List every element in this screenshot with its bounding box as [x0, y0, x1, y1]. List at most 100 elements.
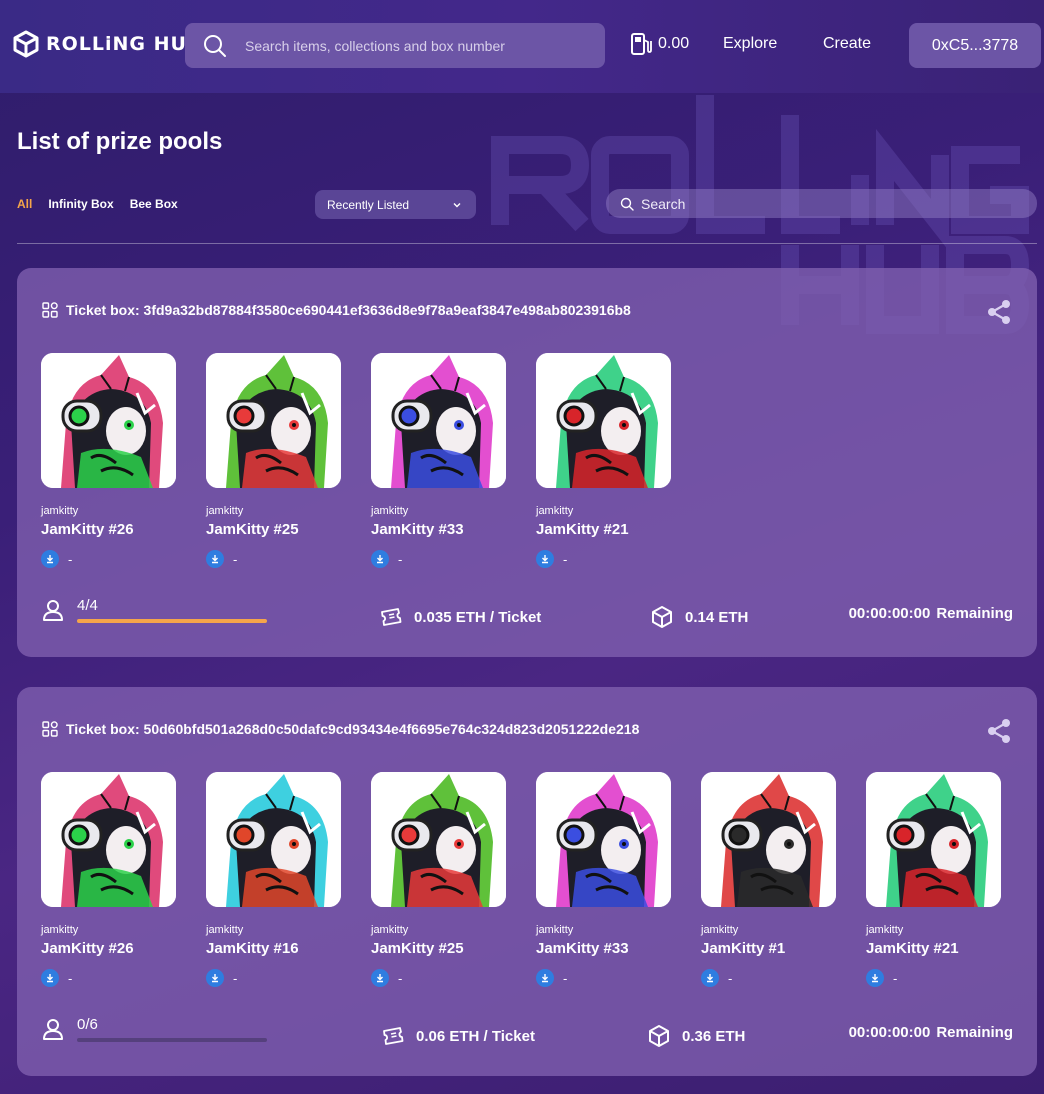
nft-item[interactable]: jamkitty JamKitty #25 - [206, 353, 341, 568]
box-grid-icon [42, 721, 58, 737]
nft-price-value: - [728, 970, 733, 986]
global-search-input[interactable] [245, 37, 585, 54]
nft-name[interactable]: JamKitty #26 [41, 940, 176, 957]
nft-name[interactable]: JamKitty #21 [536, 521, 671, 538]
nft-item[interactable]: jamkitty JamKitty #25 - [371, 772, 506, 987]
participants-progress: 4/4 [41, 597, 267, 623]
gas-pump-icon [631, 33, 652, 55]
progress-track [77, 1038, 267, 1042]
nft-price: - [41, 550, 176, 568]
nft-name[interactable]: JamKitty #1 [701, 940, 836, 957]
nft-image[interactable] [41, 353, 176, 488]
chain-coin-icon [41, 550, 59, 568]
nft-price-value: - [233, 970, 238, 986]
nft-price: - [371, 969, 506, 987]
nft-collection[interactable]: jamkitty [371, 924, 506, 936]
search-icon [620, 197, 634, 211]
nft-image[interactable] [371, 353, 506, 488]
chain-coin-icon [41, 969, 59, 987]
prize-pool-card[interactable]: Ticket box: 3fd9a32bd87884f3580ce690441e… [17, 268, 1037, 657]
share-icon[interactable] [986, 299, 1012, 325]
filter-tabs: All Infinity Box Bee Box [17, 197, 178, 211]
nft-price-value: - [398, 551, 403, 567]
pool-stats: 4/4 0.035 ETH / Ticket 0.14 ETH 00:00:00… [17, 597, 1037, 645]
nav-explore[interactable]: Explore [723, 35, 777, 53]
pool-search-input[interactable] [641, 195, 1021, 212]
prize-pool-card[interactable]: Ticket box: 50d60bfd501a268d0c50dafc9cd9… [17, 687, 1037, 1076]
box-icon [652, 606, 672, 628]
gas-indicator[interactable]: 0.00 [630, 32, 689, 56]
nft-item[interactable]: jamkitty JamKitty #16 - [206, 772, 341, 987]
nft-price-value: - [398, 970, 403, 986]
nft-collection[interactable]: jamkitty [866, 924, 1001, 936]
total-value: 0.14 ETH [685, 608, 749, 626]
nft-price: - [536, 550, 671, 568]
top-header: ROLLiNG HUB 0.00 Explore Create 0xC5...3… [0, 0, 1044, 93]
remaining-time: 00:00:00:00 [848, 605, 931, 622]
nft-collection[interactable]: jamkitty [371, 505, 506, 517]
nft-price-value: - [68, 551, 73, 567]
global-search[interactable] [185, 23, 605, 68]
ticket-box-label: Ticket box: 50d60bfd501a268d0c50dafc9cd9… [66, 721, 640, 737]
ticket-box-label: Ticket box: 3fd9a32bd87884f3580ce690441e… [66, 302, 631, 318]
section-divider [17, 243, 1037, 244]
nft-image[interactable] [206, 772, 341, 907]
nft-item[interactable]: jamkitty JamKitty #26 - [41, 772, 176, 987]
nft-collection[interactable]: jamkitty [701, 924, 836, 936]
nft-item[interactable]: jamkitty JamKitty #33 - [536, 772, 671, 987]
nav-create[interactable]: Create [823, 35, 871, 53]
nft-name[interactable]: JamKitty #26 [41, 521, 176, 538]
pool-header: Ticket box: 3fd9a32bd87884f3580ce690441e… [42, 302, 631, 318]
ticket-price: 0.035 ETH / Ticket [414, 608, 542, 626]
share-icon[interactable] [986, 718, 1012, 744]
logo[interactable]: ROLLiNG HUB [12, 30, 202, 58]
pool-search[interactable] [606, 189, 1037, 218]
nft-price: - [536, 969, 671, 987]
nft-name[interactable]: JamKitty #33 [371, 521, 506, 538]
nft-collection[interactable]: jamkitty [41, 505, 176, 517]
total-value: 0.36 ETH [682, 1027, 746, 1045]
chain-coin-icon [866, 969, 884, 987]
nft-item[interactable]: jamkitty JamKitty #21 - [536, 353, 671, 568]
ticket-price-stat: 0.06 ETH / Ticket [381, 1024, 535, 1048]
nft-price: - [41, 969, 176, 987]
wallet-button[interactable]: 0xC5...3778 [909, 23, 1041, 68]
nft-item[interactable]: jamkitty JamKitty #26 - [41, 353, 176, 568]
sort-dropdown[interactable]: Recently Listed [315, 190, 476, 219]
total-value-stat: 0.36 ETH [647, 1024, 745, 1048]
filter-tab-bee-box[interactable]: Bee Box [130, 197, 178, 211]
nft-image[interactable] [206, 353, 341, 488]
filter-tab-infinity-box[interactable]: Infinity Box [48, 197, 113, 211]
participants-progress: 0/6 [41, 1016, 267, 1042]
nft-item[interactable]: jamkitty JamKitty #1 - [701, 772, 836, 987]
nft-image[interactable] [866, 772, 1001, 907]
nft-image[interactable] [41, 772, 176, 907]
nft-name[interactable]: JamKitty #25 [206, 521, 341, 538]
nft-name[interactable]: JamKitty #25 [371, 940, 506, 957]
nft-price: - [371, 550, 506, 568]
nft-name[interactable]: JamKitty #33 [536, 940, 671, 957]
nft-name[interactable]: JamKitty #21 [866, 940, 1001, 957]
nft-image[interactable] [536, 353, 671, 488]
nft-collection[interactable]: jamkitty [536, 505, 671, 517]
nft-name[interactable]: JamKitty #16 [206, 940, 341, 957]
nft-image[interactable] [536, 772, 671, 907]
pool-header: Ticket box: 50d60bfd501a268d0c50dafc9cd9… [42, 721, 639, 737]
nft-image[interactable] [701, 772, 836, 907]
search-icon [204, 34, 226, 57]
nft-collection[interactable]: jamkitty [41, 924, 176, 936]
nft-item[interactable]: jamkitty JamKitty #33 - [371, 353, 506, 568]
remaining-time-stat: 00:00:00:00 Remaining [849, 605, 1013, 622]
sort-selected-value: Recently Listed [327, 197, 410, 212]
remaining-label: Remaining [936, 1024, 1013, 1041]
nft-collection[interactable]: jamkitty [206, 924, 341, 936]
nft-item[interactable]: jamkitty JamKitty #21 - [866, 772, 1001, 987]
chain-coin-icon [371, 969, 389, 987]
filter-tab-all[interactable]: All [17, 197, 32, 211]
nft-image[interactable] [371, 772, 506, 907]
gas-value: 0.00 [658, 35, 690, 52]
nft-collection[interactable]: jamkitty [206, 505, 341, 517]
pool-stats: 0/6 0.06 ETH / Ticket 0.36 ETH 00:00:00:… [17, 1016, 1037, 1064]
chevron-down-icon [453, 202, 461, 207]
nft-collection[interactable]: jamkitty [536, 924, 671, 936]
